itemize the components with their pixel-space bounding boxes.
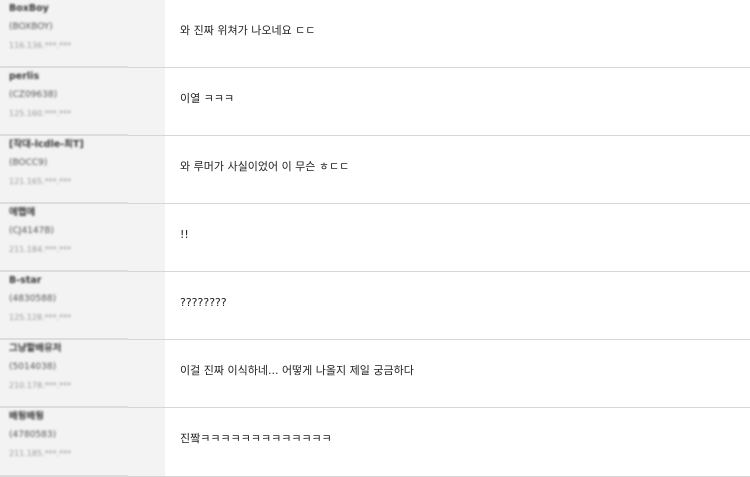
comment-row: BoxBoy (BOXBOY) 116.136.***.*** 와 진짜 위쳐가… bbox=[0, 0, 750, 68]
comment-text: 진짴ㅋㅋㅋㅋㅋㅋㅋㅋㅋㅋㅋㅋㅋ bbox=[180, 432, 332, 445]
user-id: (5014038) bbox=[9, 362, 57, 372]
user-id: (4780583) bbox=[9, 430, 57, 440]
user-info: 배뒹배뒹 (4780583) 211.185.***.*** bbox=[9, 411, 124, 459]
user-info-column: 그냥할배유저 (5014038) 210.178.***.*** bbox=[0, 340, 165, 408]
comment-text: 와 진짜 위쳐가 나오네요 ㄷㄷ bbox=[180, 24, 316, 37]
user-info: 에뗍에 (CJ4147B) 211.184.***.*** bbox=[9, 207, 124, 255]
user-info-column: 에뗍에 (CJ4147B) 211.184.***.*** bbox=[0, 204, 165, 272]
user-nickname[interactable]: 그냥할배유저 bbox=[9, 343, 124, 355]
comment-text: 이열 ㅋㅋㅋ bbox=[180, 92, 235, 105]
user-info: B-star (4830588) 125.128.***.*** bbox=[9, 275, 124, 323]
comment-row: perlis (CZ09638) 125.160.***.*** 이열 ㅋㅋㅋ bbox=[0, 68, 750, 136]
user-info: perlis (CZ09638) 125.160.***.*** bbox=[9, 71, 124, 119]
user-nickname[interactable]: 배뒹배뒹 bbox=[9, 411, 124, 423]
user-id: (BOCC9) bbox=[9, 158, 48, 168]
user-ip: 210.178.***.*** bbox=[9, 381, 72, 390]
user-nickname[interactable]: [작대-lcdle-최T] bbox=[9, 139, 124, 151]
user-ip: 116.136.***.*** bbox=[9, 41, 72, 50]
user-ip: 125.160.***.*** bbox=[9, 109, 72, 118]
user-id: (CJ4147B) bbox=[9, 226, 55, 236]
comment-row: 그냥할배유저 (5014038) 210.178.***.*** 이걸 진짜 이… bbox=[0, 340, 750, 408]
user-ip: 211.185.***.*** bbox=[9, 449, 72, 458]
user-nickname[interactable]: B-star bbox=[9, 275, 124, 287]
comment-row: 에뗍에 (CJ4147B) 211.184.***.*** !! bbox=[0, 204, 750, 272]
comment-row: 배뒹배뒹 (4780583) 211.185.***.*** 진짴ㅋㅋㅋㅋㅋㅋㅋ… bbox=[0, 408, 750, 477]
user-info: BoxBoy (BOXBOY) 116.136.***.*** bbox=[9, 3, 124, 51]
user-info-column: 배뒹배뒹 (4780583) 211.185.***.*** bbox=[0, 408, 165, 477]
user-info-column: B-star (4830588) 125.128.***.*** bbox=[0, 272, 165, 340]
user-info-column: perlis (CZ09638) 125.160.***.*** bbox=[0, 68, 165, 136]
comment-row: [작대-lcdle-최T] (BOCC9) 121.165.***.*** 와 … bbox=[0, 136, 750, 204]
comment-list: BoxBoy (BOXBOY) 116.136.***.*** 와 진짜 위쳐가… bbox=[0, 0, 750, 477]
comment-text: !! bbox=[180, 228, 189, 241]
user-info-column: [작대-lcdle-최T] (BOCC9) 121.165.***.*** bbox=[0, 136, 165, 204]
user-info: 그냥할배유저 (5014038) 210.178.***.*** bbox=[9, 343, 124, 391]
user-id: (4830588) bbox=[9, 294, 57, 304]
user-id: (BOXBOY) bbox=[9, 22, 53, 32]
user-info: [작대-lcdle-최T] (BOCC9) 121.165.***.*** bbox=[9, 139, 124, 187]
user-info-column: BoxBoy (BOXBOY) 116.136.***.*** bbox=[0, 0, 165, 68]
user-ip: 121.165.***.*** bbox=[9, 177, 72, 186]
user-ip: 125.128.***.*** bbox=[9, 313, 72, 322]
user-ip: 211.184.***.*** bbox=[9, 245, 72, 254]
user-nickname[interactable]: BoxBoy bbox=[9, 3, 124, 15]
comment-text: 이걸 진짜 이식하네... 어떻게 나올지 제일 궁금하다 bbox=[180, 364, 414, 377]
comment-text: 와 루머가 사실이었어 이 무슨 ㅎㄷㄷ bbox=[180, 160, 350, 173]
user-nickname[interactable]: 에뗍에 bbox=[9, 207, 124, 219]
comment-row: B-star (4830588) 125.128.***.*** ???????… bbox=[0, 272, 750, 340]
user-nickname[interactable]: perlis bbox=[9, 71, 124, 83]
user-id: (CZ09638) bbox=[9, 90, 58, 100]
comment-text: ???????? bbox=[180, 296, 227, 309]
